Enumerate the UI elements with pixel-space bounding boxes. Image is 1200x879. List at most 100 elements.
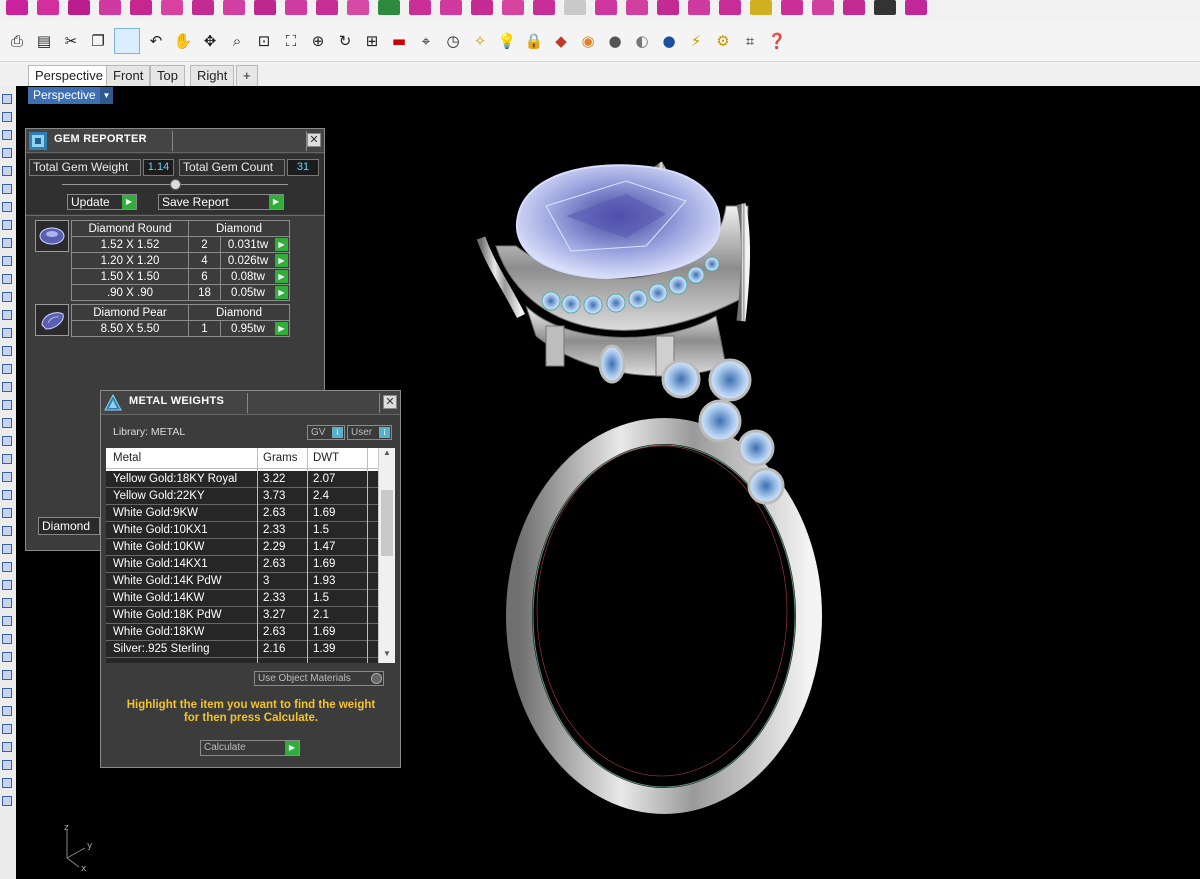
zoom-extents-icon[interactable]: ⛶ bbox=[280, 30, 302, 52]
table-row[interactable]: Yellow Gold:18KY Royal 3.22 2.07 bbox=[106, 471, 378, 488]
side-tool-icon[interactable] bbox=[2, 580, 12, 590]
side-tool-icon[interactable] bbox=[2, 760, 12, 770]
column-header-dwt[interactable]: DWT bbox=[313, 452, 339, 464]
side-tool-icon[interactable] bbox=[2, 472, 12, 482]
copy-icon[interactable]: ❐ bbox=[87, 30, 109, 52]
mirror-tool-icon[interactable] bbox=[657, 0, 679, 15]
gem-weight-cell[interactable]: 0.95tw ▶ bbox=[220, 320, 290, 337]
table-row[interactable]: White Gold:10KX1 2.33 1.5 bbox=[106, 522, 378, 539]
table-row[interactable] bbox=[106, 658, 378, 663]
calculate-button[interactable]: Calculate ▶ bbox=[200, 740, 300, 756]
side-tool-icon[interactable] bbox=[2, 112, 12, 122]
side-tool-icon[interactable] bbox=[2, 742, 12, 752]
settings-tool-icon[interactable] bbox=[905, 0, 927, 15]
side-tool-icon[interactable] bbox=[2, 148, 12, 158]
gem-weight-cell[interactable]: 0.031tw ▶ bbox=[220, 236, 290, 253]
side-tool-icon[interactable] bbox=[2, 634, 12, 644]
cutter-tool-icon[interactable] bbox=[719, 0, 741, 15]
table-row[interactable]: White Gold:10KW 2.29 1.47 bbox=[106, 539, 378, 556]
cylinder-tool-icon[interactable] bbox=[564, 0, 586, 15]
metal-weights-titlebar[interactable]: METAL WEIGHTS ✕ bbox=[101, 391, 400, 415]
gv-toggle[interactable]: GV i bbox=[307, 425, 345, 440]
gem-weight-cell[interactable]: 0.05tw ▶ bbox=[220, 284, 290, 301]
side-tool-icon[interactable] bbox=[2, 220, 12, 230]
table-row[interactable]: 8.50 X 5.50 1 0.95tw ▶ bbox=[71, 320, 290, 337]
ruler-tool-icon[interactable] bbox=[812, 0, 834, 15]
print-icon[interactable]: ⎙ bbox=[6, 30, 28, 52]
side-tool-icon[interactable] bbox=[2, 382, 12, 392]
select-window-icon[interactable] bbox=[114, 27, 140, 54]
side-tool-icon[interactable] bbox=[2, 796, 12, 806]
car-icon[interactable]: ▬ bbox=[388, 30, 410, 52]
side-tool-icon[interactable] bbox=[2, 724, 12, 734]
side-tool-icon[interactable] bbox=[2, 166, 12, 176]
color-wheel-icon[interactable]: ◉ bbox=[577, 30, 599, 52]
scissors-tool-icon[interactable] bbox=[843, 0, 865, 15]
mesh-tool-icon[interactable] bbox=[781, 0, 803, 15]
side-tool-icon[interactable] bbox=[2, 130, 12, 140]
close-icon[interactable]: ✕ bbox=[307, 133, 321, 147]
side-tool-icon[interactable] bbox=[2, 454, 12, 464]
prong-tool-icon[interactable] bbox=[285, 0, 307, 15]
pan-hand-icon[interactable]: ✋ bbox=[172, 30, 194, 52]
side-tool-icon[interactable] bbox=[2, 688, 12, 698]
select-arrow-icon[interactable]: ▶ bbox=[275, 286, 288, 299]
table-row[interactable]: White Gold:14K PdW 3 1.93 bbox=[106, 573, 378, 590]
select-arrow-icon[interactable]: ▶ bbox=[275, 238, 288, 251]
render-sphere-icon[interactable]: ● bbox=[658, 30, 680, 52]
close-icon[interactable]: ✕ bbox=[383, 395, 397, 409]
table-row[interactable]: 1.20 X 1.20 4 0.026tw ▶ bbox=[71, 252, 290, 269]
table-row[interactable]: White Gold:18KW 2.63 1.69 bbox=[106, 624, 378, 641]
side-tool-icon[interactable] bbox=[2, 652, 12, 662]
perspective-icon[interactable]: ⌖ bbox=[415, 30, 437, 52]
rotate-view-icon[interactable]: ↻ bbox=[334, 30, 356, 52]
metal-list[interactable]: Metal Grams DWT Yellow Gold:18KY Royal 3.… bbox=[106, 448, 395, 663]
lock-icon[interactable]: 🔒 bbox=[523, 30, 545, 52]
rendered-icon[interactable]: ◐ bbox=[631, 30, 653, 52]
side-tool-icon[interactable] bbox=[2, 238, 12, 248]
side-tool-icon[interactable] bbox=[2, 418, 12, 428]
table-row[interactable]: Silver:.925 Sterling 2.16 1.39 bbox=[106, 641, 378, 658]
viewport-grid-icon[interactable]: ⊞ bbox=[361, 30, 383, 52]
pear-gem-thumbnail[interactable] bbox=[35, 304, 69, 336]
zoom-selected-icon[interactable]: ⊕ bbox=[307, 30, 329, 52]
wand-icon[interactable]: ⚡ bbox=[685, 30, 707, 52]
save-report-button[interactable]: Save Report ▶ bbox=[158, 194, 284, 210]
grid-tool-icon[interactable] bbox=[409, 0, 431, 15]
points-tool-icon[interactable] bbox=[688, 0, 710, 15]
light-icon[interactable]: 💡 bbox=[496, 30, 518, 52]
twist-tool-icon[interactable] bbox=[223, 0, 245, 15]
undo-icon[interactable]: ↶ bbox=[145, 30, 167, 52]
scrollbar-thumb[interactable] bbox=[381, 490, 393, 556]
round-gem-thumbnail[interactable] bbox=[35, 220, 69, 252]
slider-handle[interactable] bbox=[170, 179, 181, 190]
tab-right[interactable]: Right bbox=[190, 65, 235, 86]
layer-icon[interactable]: ◆ bbox=[550, 30, 572, 52]
user-toggle[interactable]: User i bbox=[347, 425, 392, 440]
side-tool-icon[interactable] bbox=[2, 706, 12, 716]
bead-tool-icon[interactable] bbox=[595, 0, 617, 15]
help-icon[interactable]: ❓ bbox=[766, 30, 788, 52]
side-tool-icon[interactable] bbox=[2, 346, 12, 356]
bezel-tool-icon[interactable] bbox=[316, 0, 338, 15]
star-tool-icon[interactable] bbox=[750, 0, 772, 15]
side-tool-icon[interactable] bbox=[2, 598, 12, 608]
tab-top[interactable]: Top bbox=[150, 65, 185, 86]
gem-type-filter-select[interactable]: Diamond bbox=[38, 517, 100, 535]
table-row[interactable]: 1.50 X 1.50 6 0.08tw ▶ bbox=[71, 268, 290, 285]
dimension-icon[interactable]: ⌗ bbox=[739, 30, 761, 52]
osnap-icon[interactable]: ✧ bbox=[469, 30, 491, 52]
side-tool-icon[interactable] bbox=[2, 508, 12, 518]
gallery-tool-icon[interactable] bbox=[533, 0, 555, 15]
shaded-icon[interactable]: ● bbox=[604, 30, 626, 52]
side-tool-icon[interactable] bbox=[2, 94, 12, 104]
side-tool-icon[interactable] bbox=[2, 364, 12, 374]
table-row[interactable]: White Gold:18K PdW 3.27 2.1 bbox=[106, 607, 378, 624]
gear-icon[interactable]: ⚙ bbox=[712, 30, 734, 52]
table-row[interactable]: White Gold:14KW 2.33 1.5 bbox=[106, 590, 378, 607]
side-tool-icon[interactable] bbox=[2, 274, 12, 284]
select-arrow-icon[interactable]: ▶ bbox=[275, 270, 288, 283]
side-tool-icon[interactable] bbox=[2, 526, 12, 536]
select-arrow-icon[interactable]: ▶ bbox=[275, 322, 288, 335]
move-icon[interactable]: ✥ bbox=[199, 30, 221, 52]
